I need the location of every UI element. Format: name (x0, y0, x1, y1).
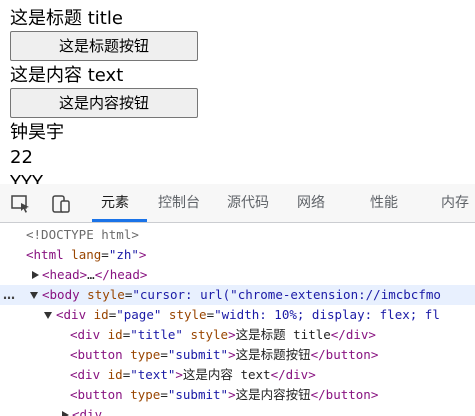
dom-node-div-page[interactable]: <div id="page" style="width: 10%; displa… (0, 305, 475, 325)
devtools-toolbar: 元素 控制台 源代码 网络 性能 内存 (0, 184, 475, 223)
tab-memory[interactable]: 内存 (441, 184, 469, 222)
expand-triangle-icon[interactable] (32, 271, 39, 279)
dom-node-partial[interactable]: <div (0, 405, 475, 416)
button-close-tag: </button> (310, 387, 379, 402)
content-text: 这是内容 text (10, 65, 124, 86)
body-tag: <body (42, 287, 80, 302)
body-style-attr-name: style (87, 287, 125, 302)
dom-node-head[interactable]: <head>…</head> (0, 265, 475, 285)
dom-node-div-title[interactable]: <div id="title" style>这是标题 title</div> (0, 325, 475, 345)
page-preview: 这是标题 title 这是标题按钮 这是内容 text 这是内容按钮 钟昊宇 2… (0, 0, 475, 184)
inspect-element-icon[interactable] (10, 194, 32, 214)
tab-elements[interactable]: 元素 (101, 184, 129, 222)
partial-text: YYY (10, 172, 43, 184)
html-lang-attr-name: lang (71, 247, 102, 262)
div-title-style-name: style (190, 327, 229, 342)
doctype-text: <!DOCTYPE html> (26, 227, 139, 242)
device-toolbar-icon[interactable] (50, 194, 72, 214)
collapse-triangle-icon[interactable] (44, 312, 52, 319)
div-tag: <div (70, 327, 101, 342)
button-type-value: "submit" (167, 387, 229, 402)
dom-node-button-title[interactable]: <button type="submit">这是标题按钮</button> (0, 345, 475, 365)
div-close-tag: </div> (330, 327, 376, 342)
div-text-text: 这是内容 text (182, 367, 271, 382)
button-close-tag: </button> (310, 347, 379, 362)
dom-node-div-text[interactable]: <div id="text">这是内容 text</div> (0, 365, 475, 385)
button-content-text: 这是内容按钮 (235, 387, 311, 402)
collapse-triangle-icon[interactable] (30, 292, 38, 299)
dom-node-html[interactable]: <html lang="zh"> (0, 245, 475, 265)
expand-triangle-icon[interactable] (62, 411, 69, 416)
button-title-text: 这是标题按钮 (235, 347, 311, 362)
div-page-id-name: id (93, 307, 109, 322)
html-lang-attr-value: "zh" (108, 247, 139, 262)
div-text-id-value: "text" (130, 367, 176, 382)
dom-tree: <!DOCTYPE html> <html lang="zh"> <head>…… (0, 223, 475, 416)
dom-node-button-content[interactable]: <button type="submit">这是内容按钮</button> (0, 385, 475, 405)
div-title-id-value: "title" (130, 327, 183, 342)
content-button[interactable]: 这是内容按钮 (10, 88, 198, 118)
button-tag: <button (70, 347, 123, 362)
div-title-text: 这是标题 title (235, 327, 331, 342)
div-tag: <div (70, 367, 101, 382)
more-actions-icon[interactable]: … (3, 285, 15, 305)
tab-sources[interactable]: 源代码 (227, 184, 269, 222)
div-page-style-value: "width: 10%; display: flex; fl (214, 307, 440, 322)
div-tag: <div (56, 307, 87, 322)
div-tag: <div (72, 407, 103, 416)
div-page-id-value: "page" (116, 307, 162, 322)
dom-node-body[interactable]: … <body style="cursor: url("chrome-exten… (0, 285, 475, 305)
tab-performance[interactable]: 性能 (370, 184, 398, 222)
tab-network[interactable]: 网络 (297, 184, 325, 222)
head-ellipsis: … (87, 267, 95, 282)
dom-node-doctype[interactable]: <!DOCTYPE html> (0, 225, 475, 245)
active-tab-indicator (92, 219, 147, 222)
div-page-style-name: style (168, 307, 207, 322)
body-style-attr-value: "cursor: url("chrome-extension://imcbcfm… (132, 287, 441, 302)
button-type-name: type (130, 387, 161, 402)
head-open-tag: <head> (42, 267, 88, 282)
tab-console[interactable]: 控制台 (158, 184, 200, 222)
button-type-value: "submit" (167, 347, 229, 362)
name-text: 钟昊宇 (10, 122, 64, 143)
button-tag: <button (70, 387, 123, 402)
html-tag: <html (26, 247, 64, 262)
devtools-panel: 元素 控制台 源代码 网络 性能 内存 <!DOCTYPE html> <htm… (0, 184, 475, 416)
age-text: 22 (10, 147, 33, 168)
button-type-name: type (130, 347, 161, 362)
title-button[interactable]: 这是标题按钮 (10, 31, 198, 61)
div-title-id-name: id (107, 327, 123, 342)
div-close-tag: </div> (270, 367, 316, 382)
head-close-tag: </head> (94, 267, 148, 282)
div-text-id-name: id (107, 367, 123, 382)
title-text: 这是标题 title (10, 8, 123, 29)
